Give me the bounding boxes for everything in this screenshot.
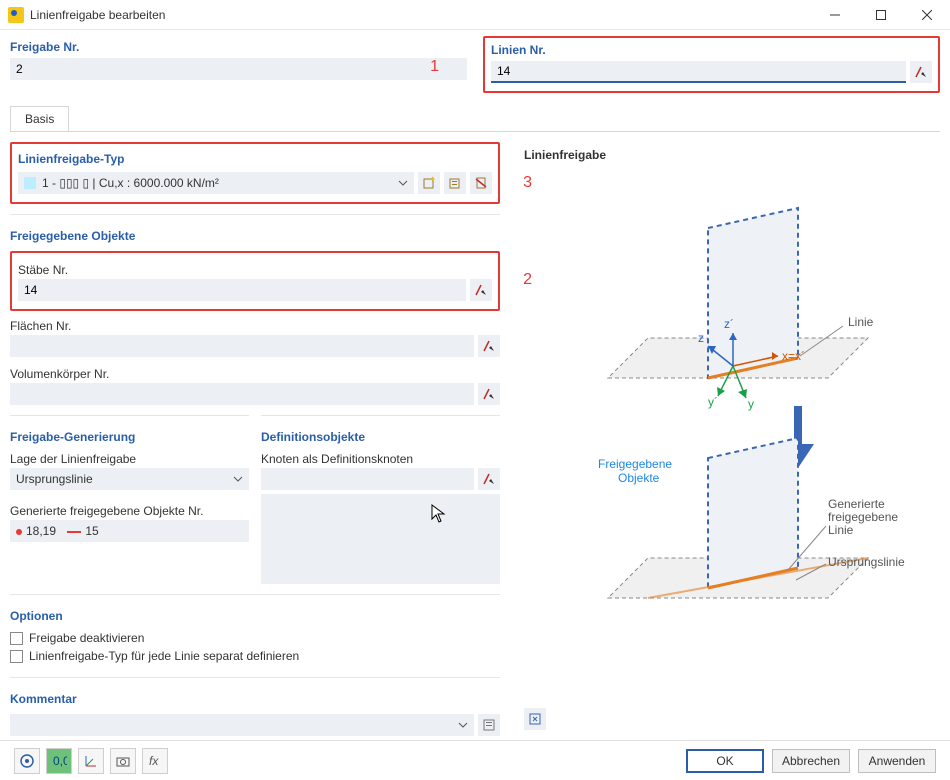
released-objects-group: Freigegebene Objekte Stäbe Nr. 2 Flächen…: [10, 214, 500, 405]
svg-text:z: z: [698, 331, 704, 345]
window-title: Linienfreigabe bearbeiten: [30, 8, 165, 22]
preview-refresh-button[interactable]: [524, 708, 546, 730]
comment-dropdown[interactable]: [10, 714, 474, 736]
cancel-label: Abbrechen: [782, 754, 840, 768]
units-button[interactable]: 0,00: [46, 748, 72, 774]
gen-members-value: 15: [85, 524, 98, 538]
linien-nr-label: Linien Nr.: [491, 43, 932, 57]
staebe-label: Stäbe Nr.: [18, 263, 492, 277]
maximize-button[interactable]: [858, 0, 904, 30]
cancel-button[interactable]: Abbrechen: [772, 749, 850, 773]
svg-text:Ursprungslinie: Ursprungslinie: [828, 555, 905, 569]
ok-label: OK: [716, 754, 733, 768]
gen-objects-box: 18,19 15: [10, 520, 249, 542]
type-dropdown-value: 1 - ▯▯▯ ▯ | Cu,x : 6000.000 kN/m²: [42, 176, 219, 190]
gen-objects-label: Generierte freigegebene Objekte Nr.: [10, 504, 249, 518]
help-button[interactable]: [14, 748, 40, 774]
generation-group: Freigabe-Generierung Lage der Linienfrei…: [10, 415, 249, 584]
svg-text:Objekte: Objekte: [618, 471, 660, 485]
pick-flaechen-button[interactable]: [478, 335, 500, 357]
svg-text:y: y: [748, 397, 754, 411]
linien-nr-highlight: Linien Nr.: [483, 36, 940, 93]
lage-label: Lage der Linienfreigabe: [10, 452, 249, 466]
chevron-down-icon: [458, 720, 468, 730]
tab-strip: Basis: [10, 107, 940, 131]
freigabe-nr-label: Freigabe Nr.: [10, 40, 467, 54]
knoten-label: Knoten als Definitionsknoten: [261, 452, 500, 466]
type-group-title: Linienfreigabe-Typ: [18, 152, 492, 166]
script-button[interactable]: fx: [142, 748, 168, 774]
staebe-highlight: Stäbe Nr. 2: [10, 251, 500, 311]
svg-text:Generierte: Generierte: [828, 497, 885, 511]
definition-title: Definitionsobjekte: [261, 430, 500, 444]
staebe-input[interactable]: [18, 279, 466, 301]
svg-text:freigegebene: freigegebene: [828, 510, 898, 524]
type-color-swatch: [24, 177, 36, 189]
type-delete-button[interactable]: [470, 172, 492, 194]
camera-button[interactable]: [110, 748, 136, 774]
svg-text:z´: z´: [724, 317, 734, 331]
freigabe-nr-input[interactable]: [10, 58, 467, 80]
preview-illustration: Linie x=x´ z´ z y´ y: [524, 168, 932, 688]
svg-text:Linie: Linie: [828, 523, 854, 537]
close-button[interactable]: [904, 0, 950, 30]
linien-nr-input[interactable]: [491, 61, 906, 83]
minimize-button[interactable]: [812, 0, 858, 30]
bottom-bar: 0,00 fx OK Abbrechen Anwenden: [0, 740, 950, 780]
type-new-button[interactable]: [418, 172, 440, 194]
definition-group: Definitionsobjekte Knoten als Definition…: [261, 415, 500, 584]
type-edit-button[interactable]: [444, 172, 466, 194]
definition-area: [261, 494, 500, 584]
chevron-down-icon: [398, 178, 408, 188]
comment-library-button[interactable]: [478, 714, 500, 736]
tab-basis[interactable]: Basis: [10, 106, 69, 131]
preview-panel: Linienfreigabe Linie x=x´: [516, 142, 940, 738]
type-highlight: Linienfreigabe-Typ 1 - ▯▯▯ ▯ | Cu,x : 60…: [10, 142, 500, 204]
gen-nodes-value: 18,19: [26, 524, 56, 538]
options-title: Optionen: [10, 609, 500, 623]
volumen-label: Volumenkörper Nr.: [10, 367, 500, 381]
volumen-input[interactable]: [10, 383, 474, 405]
pick-knoten-button[interactable]: [478, 468, 500, 490]
opt-separate-type-checkbox[interactable]: [10, 650, 23, 663]
opt-separate-type-label: Linienfreigabe-Typ für jede Linie separa…: [29, 649, 299, 663]
knoten-input[interactable]: [261, 468, 474, 490]
svg-text:0,00: 0,00: [53, 754, 67, 768]
app-icon: [8, 7, 24, 23]
lage-dropdown[interactable]: Ursprungslinie: [10, 468, 249, 490]
titlebar: Linienfreigabe bearbeiten: [0, 0, 950, 30]
pick-volumen-button[interactable]: [478, 383, 500, 405]
generation-title: Freigabe-Generierung: [10, 430, 249, 444]
svg-text:fx: fx: [149, 754, 159, 768]
options-group: Optionen Freigabe deaktivieren Linienfre…: [10, 594, 500, 667]
type-dropdown[interactable]: 1 - ▯▯▯ ▯ | Cu,x : 6000.000 kN/m²: [18, 172, 414, 194]
member-icon: [67, 531, 81, 533]
node-icon: [16, 529, 22, 535]
flaechen-input[interactable]: [10, 335, 474, 357]
flaechen-label: Flächen Nr.: [10, 319, 500, 333]
preview-title: Linienfreigabe: [524, 148, 932, 162]
axis-button[interactable]: [78, 748, 104, 774]
opt-deactivate-label: Freigabe deaktivieren: [29, 631, 144, 645]
apply-label: Anwenden: [869, 754, 926, 768]
ok-button[interactable]: OK: [686, 749, 764, 773]
comment-group: Kommentar: [10, 677, 500, 736]
callout-1: 1: [430, 58, 439, 76]
apply-button[interactable]: Anwenden: [858, 749, 936, 773]
pick-staebe-button[interactable]: [470, 279, 492, 301]
lage-value: Ursprungslinie: [16, 472, 93, 486]
released-title: Freigegebene Objekte: [10, 229, 500, 243]
comment-title: Kommentar: [10, 692, 500, 706]
svg-text:y´: y´: [708, 395, 718, 409]
mouse-cursor-icon: [431, 504, 447, 524]
svg-text:Freigegebene: Freigegebene: [598, 457, 672, 471]
pick-lines-button[interactable]: [910, 61, 932, 83]
chevron-down-icon: [233, 474, 243, 484]
svg-text:x=x´: x=x´: [782, 349, 805, 363]
opt-deactivate-checkbox[interactable]: [10, 632, 23, 645]
svg-text:Linie: Linie: [848, 315, 874, 329]
